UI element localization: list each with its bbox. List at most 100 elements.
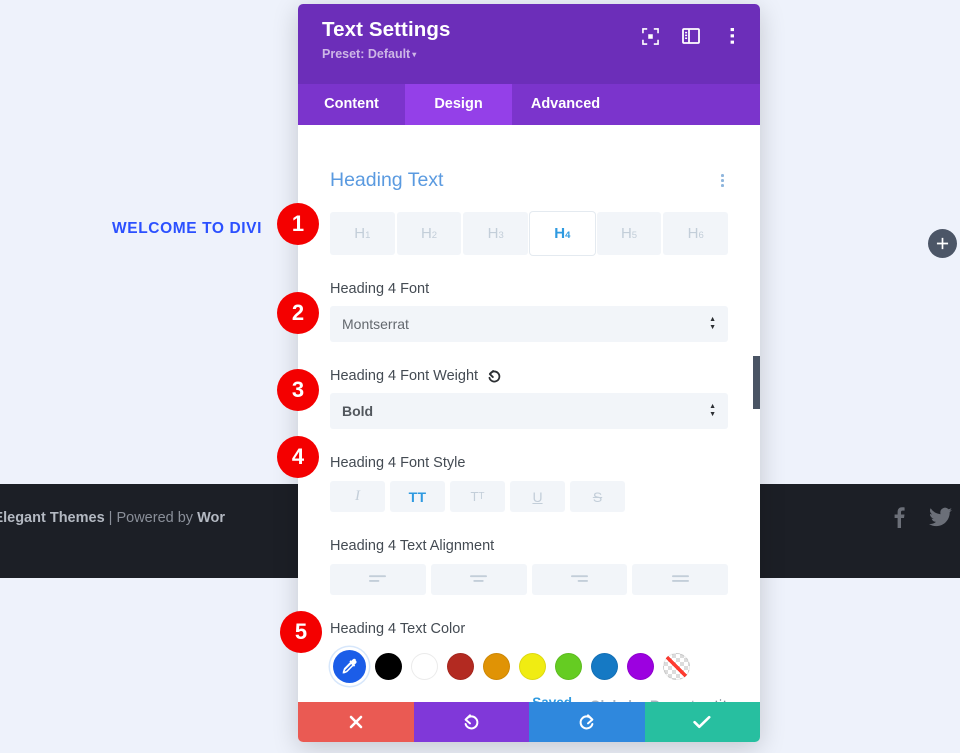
color-swatch-green[interactable]	[555, 653, 582, 680]
modal-tabs: Content Design Advanced	[298, 84, 760, 125]
text-alignment-field-label: Heading 4 Text Alignment	[330, 538, 728, 554]
tab-advanced[interactable]: Advanced	[512, 84, 619, 125]
color-swatch-purple[interactable]	[627, 653, 654, 680]
modal-header-icons	[640, 26, 742, 46]
heading-level-h4[interactable]: H4	[530, 212, 595, 255]
step-badge-3-number: 3	[291, 377, 305, 402]
redo-button[interactable]	[529, 702, 645, 742]
color-swatch-black[interactable]	[375, 653, 402, 680]
font-style-uppercase-button[interactable]: TT	[390, 481, 445, 512]
h4-sub: 4	[565, 230, 571, 241]
text-color-field-label: Heading 4 Text Color	[330, 621, 728, 637]
text-color-label-text: Heading 4 Text Color	[330, 621, 466, 637]
color-tab-global[interactable]: Global	[590, 698, 632, 703]
color-tab-saved[interactable]: Saved	[532, 695, 572, 702]
align-center-button[interactable]	[430, 564, 527, 595]
heading-level-h3[interactable]: H3	[463, 212, 529, 255]
font-style-italic-button[interactable]: I	[330, 481, 385, 512]
color-swatch-white[interactable]	[411, 653, 438, 680]
font-style-label-text: Heading 4 Font Style	[330, 455, 466, 471]
welcome-heading-block: WELCOME TO DIVI	[0, 205, 300, 253]
h5-sub: 5	[631, 230, 638, 241]
heading-level-h6[interactable]: H6	[663, 212, 729, 255]
facebook-icon[interactable]	[893, 506, 905, 528]
focus-target-icon[interactable]	[640, 26, 660, 46]
heading-level-h5[interactable]: H5	[596, 212, 662, 255]
color-swatch-orange[interactable]	[483, 653, 510, 680]
color-swatch-transparent[interactable]	[663, 653, 690, 680]
step-badge-5: 5	[280, 611, 322, 653]
step-badge-2: 2	[277, 292, 319, 334]
step-badge-1: 1	[277, 203, 319, 245]
small-caps-sub: T	[478, 491, 485, 502]
modal-action-bar	[298, 702, 760, 742]
select-arrows-icon: ▲ ▼	[709, 403, 716, 418]
font-weight-label-text: Heading 4 Font Weight	[330, 368, 479, 384]
step-badge-3: 3	[277, 369, 319, 411]
cancel-button[interactable]	[298, 702, 414, 742]
heading-level-h1[interactable]: H1	[330, 212, 395, 255]
eyedropper-icon[interactable]	[333, 650, 366, 683]
twitter-icon[interactable]	[929, 507, 952, 527]
font-style-underline-button[interactable]: U	[510, 481, 565, 512]
color-swatch-blue[interactable]	[591, 653, 618, 680]
kebab-menu-icon[interactable]	[722, 26, 742, 46]
h6-sub: 6	[698, 230, 704, 241]
uppercase-glyph: TT	[408, 488, 427, 505]
layout-panel-icon[interactable]	[681, 26, 701, 46]
footer-credit-brand: Elegant Themes	[0, 510, 105, 526]
font-label-text: Heading 4 Font	[330, 281, 430, 297]
h6-label: H	[687, 225, 699, 242]
align-left-button[interactable]	[330, 564, 426, 595]
h1-sub: 1	[365, 230, 371, 241]
h3-label: H	[487, 225, 499, 242]
step-badge-1-number: 1	[291, 211, 305, 236]
color-panel-footer: ••• Saved Global Recent	[330, 695, 728, 702]
step-badge-5-number: 5	[294, 619, 308, 644]
font-weight-select-value: Bold	[342, 403, 374, 419]
align-right-button[interactable]	[531, 564, 628, 595]
text-alignment-label-text: Heading 4 Text Alignment	[330, 538, 495, 554]
color-swatch-yellow[interactable]	[519, 653, 546, 680]
more-colors-button[interactable]: •••	[330, 697, 366, 703]
reset-icon[interactable]	[487, 369, 502, 384]
h3-sub: 3	[498, 230, 504, 241]
panel-scrollbar[interactable]	[753, 242, 760, 702]
font-field-label: Heading 4 Font	[330, 281, 728, 297]
italic-glyph: I	[355, 488, 360, 504]
heading-level-h2[interactable]: H2	[396, 212, 462, 255]
font-weight-select[interactable]: Bold ▲ ▼	[330, 393, 728, 429]
font-select-value: Montserrat	[342, 316, 409, 332]
font-style-buttons: I TT TT U S	[330, 481, 728, 512]
gear-icon[interactable]	[713, 698, 728, 703]
chevron-down-icon: ▾	[412, 50, 417, 60]
settings-panel-body: Heading Text H1 H2 H3 H4 H5 H6 Heading 4…	[298, 125, 760, 702]
undo-button[interactable]	[413, 702, 529, 742]
h2-label: H	[420, 225, 432, 242]
font-style-small-caps-button[interactable]: TT	[450, 481, 505, 512]
heading-text-section-header: Heading Text	[330, 125, 728, 192]
font-select[interactable]: Montserrat ▲ ▼	[330, 306, 728, 342]
font-style-strikethrough-button[interactable]: S	[570, 481, 625, 512]
step-badge-2-number: 2	[291, 300, 305, 325]
color-swatch-row	[330, 650, 728, 683]
underline-glyph: U	[532, 488, 543, 505]
section-title: Heading Text	[330, 169, 444, 191]
section-kebab-menu-icon[interactable]	[717, 172, 728, 189]
preset-label: Preset: Default	[322, 47, 411, 61]
align-justify-button[interactable]	[632, 564, 728, 595]
tab-content[interactable]: Content	[298, 84, 405, 125]
save-button[interactable]	[644, 702, 760, 742]
tab-design[interactable]: Design	[405, 84, 512, 125]
color-tab-recent[interactable]: Recent	[650, 698, 695, 703]
footer-credit-middle: | Powered by	[104, 510, 198, 526]
preset-selector[interactable]: Preset: Default ▾	[322, 47, 416, 61]
panel-scrollbar-thumb[interactable]	[753, 356, 760, 409]
welcome-heading: WELCOME TO DIVI	[112, 220, 262, 237]
font-weight-field-label: Heading 4 Font Weight	[330, 368, 728, 384]
modal-header: Text Settings Preset: Default ▾	[298, 4, 760, 84]
h5-label: H	[620, 225, 632, 242]
footer-credit: d by Elegant Themes | Powered by Wor	[0, 510, 225, 526]
add-module-button[interactable]	[928, 229, 957, 258]
color-swatch-dark-red[interactable]	[447, 653, 474, 680]
